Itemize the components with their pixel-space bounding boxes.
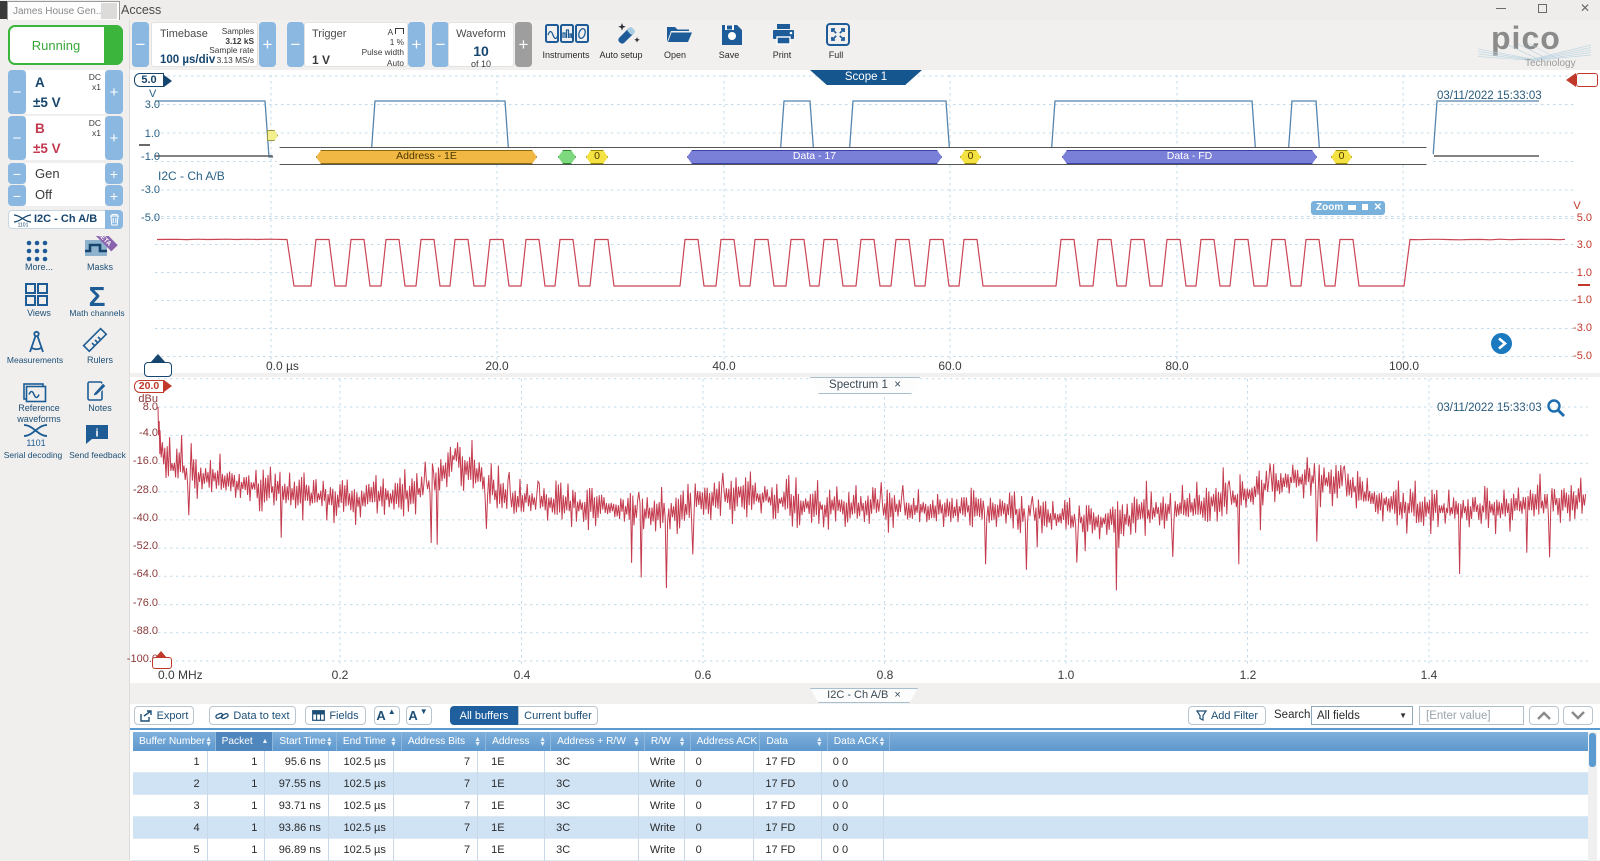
svg-text:1101: 1101 (18, 223, 29, 228)
svg-text:1101: 1101 (26, 438, 45, 448)
svg-text:i: i (95, 428, 98, 440)
